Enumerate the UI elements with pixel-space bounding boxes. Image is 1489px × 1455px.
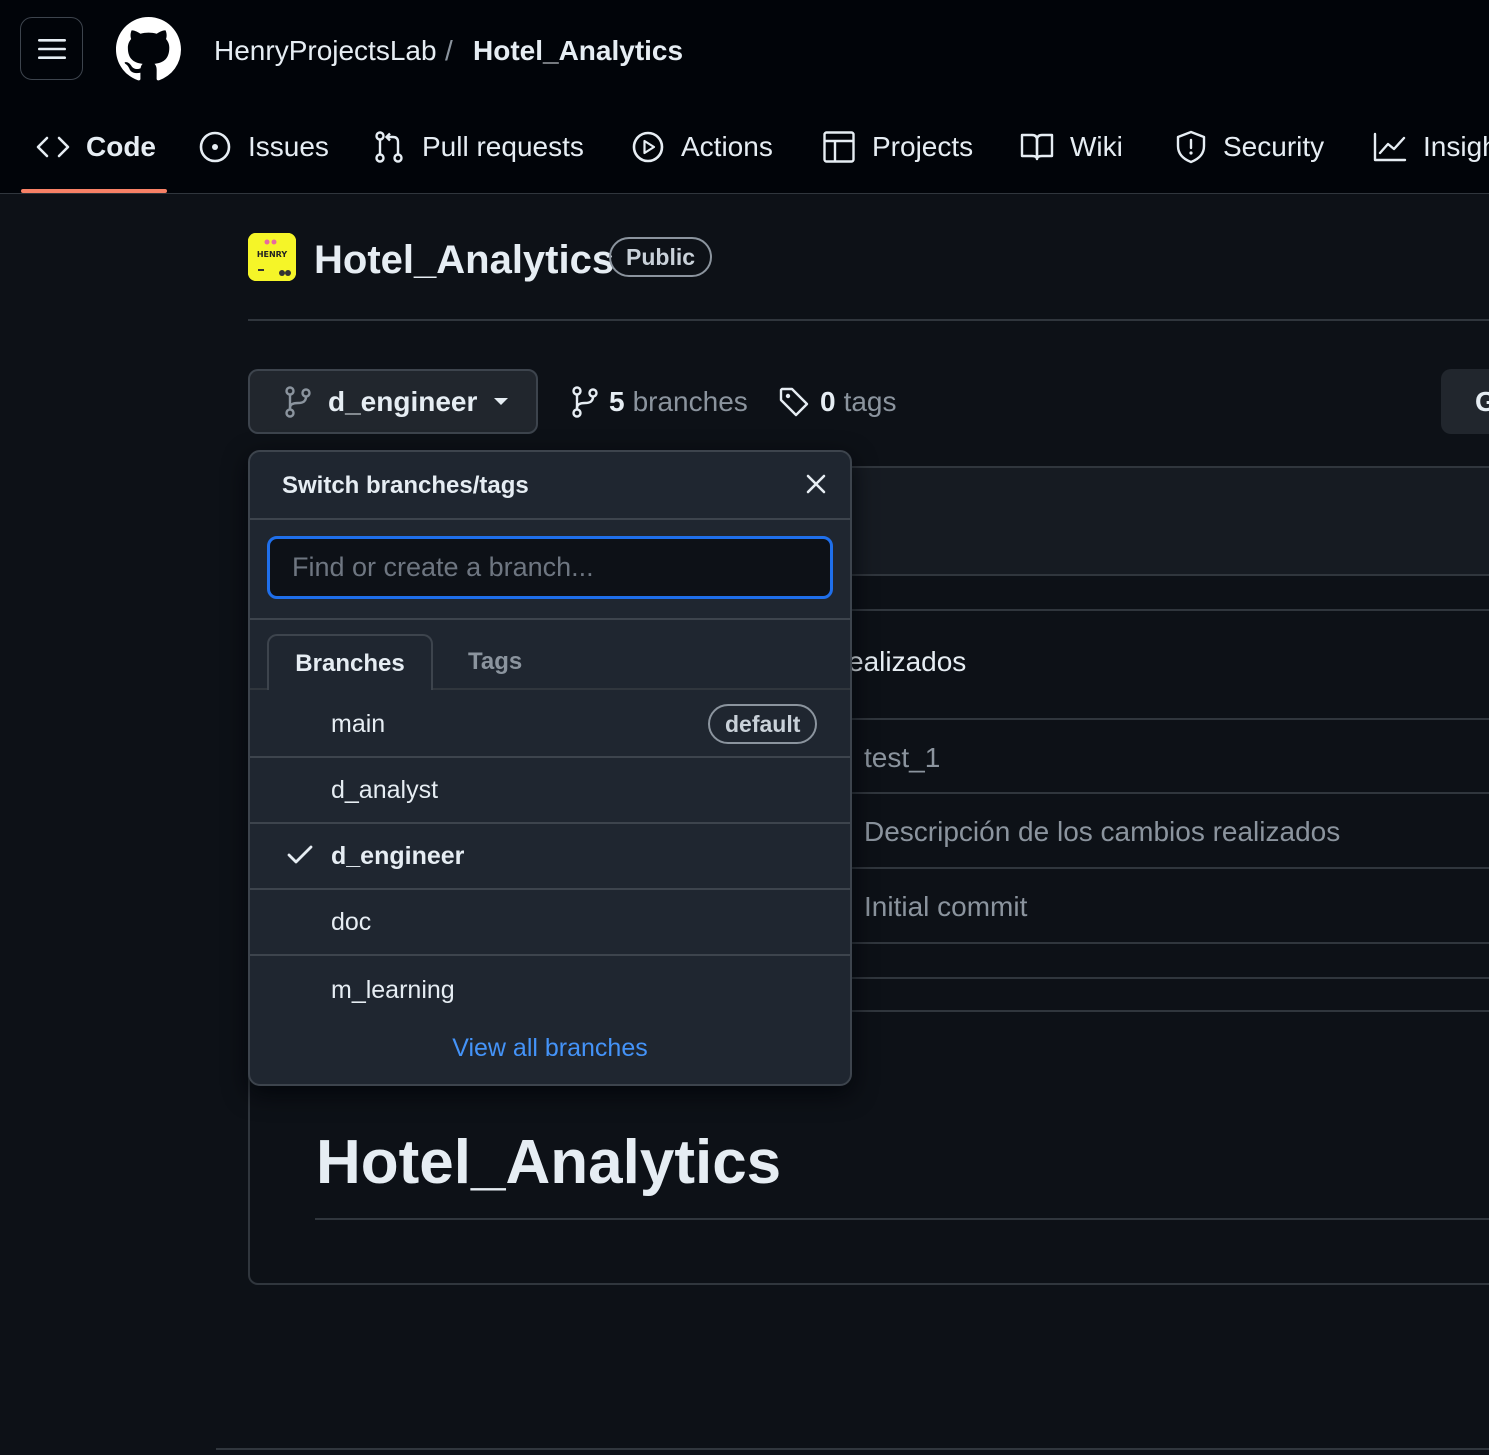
tab-wiki-label: Wiki xyxy=(1070,131,1123,162)
tab-pull-requests[interactable]: Pull requests xyxy=(372,122,584,172)
shield-icon xyxy=(1175,130,1207,164)
git-branch-icon xyxy=(571,386,599,418)
code-icon xyxy=(36,135,70,159)
row-divider xyxy=(850,942,1489,944)
github-logo-icon[interactable] xyxy=(116,17,181,82)
branch-name: d_engineer xyxy=(331,842,465,870)
close-icon[interactable] xyxy=(806,474,826,494)
current-branch-name: d_engineer xyxy=(328,385,478,417)
tab-projects-label: Projects xyxy=(872,131,974,162)
row-divider xyxy=(850,867,1489,869)
tags-count: 0 xyxy=(820,386,836,417)
tab-code[interactable]: Code xyxy=(36,122,156,172)
file-row-commit[interactable]: Descripción de los cambios realizados xyxy=(864,816,1340,848)
branch-switcher-dropdown: Switch branches/tags Branches Tags main … xyxy=(248,450,852,1086)
tab-security-label: Security xyxy=(1223,131,1325,162)
branch-item-d-engineer[interactable]: d_engineer xyxy=(250,824,850,890)
tag-icon xyxy=(778,386,810,418)
git-pull-request-icon xyxy=(372,130,406,164)
dropdown-tabs: Branches Tags xyxy=(250,620,850,690)
avatar-logo-text: HENRY xyxy=(257,250,288,259)
graph-icon xyxy=(1373,132,1407,162)
table-icon xyxy=(822,130,856,164)
triangle-down-icon xyxy=(493,397,509,407)
check-icon xyxy=(287,844,313,866)
dropdown-title: Switch branches/tags xyxy=(282,472,529,499)
menu-button[interactable] xyxy=(20,17,83,80)
repo-owner-avatar[interactable]: HENRY xyxy=(248,233,296,281)
breadcrumb-separator: / xyxy=(445,35,453,66)
book-icon xyxy=(1020,132,1054,162)
branches-label: branches xyxy=(632,386,748,417)
file-row-commit[interactable]: test_1 xyxy=(864,742,940,774)
tab-code-label: Code xyxy=(86,131,156,162)
row-divider xyxy=(850,718,1489,720)
branch-name: m_learning xyxy=(331,976,455,1004)
tags-label: tags xyxy=(843,386,897,417)
active-tab-indicator xyxy=(21,189,167,193)
branch-name: d_analyst xyxy=(331,776,439,804)
divider xyxy=(248,319,1489,321)
global-header: HenryProjectsLab / Hotel_Analytics Code … xyxy=(0,0,1489,194)
git-branch-icon xyxy=(284,385,312,418)
readme-divider xyxy=(315,1218,1489,1220)
issue-opened-icon xyxy=(198,130,232,164)
tab-wiki[interactable]: Wiki xyxy=(1020,122,1123,172)
tab-insights[interactable]: Insigh xyxy=(1373,122,1489,172)
tab-pull-requests-label: Pull requests xyxy=(422,131,584,162)
tab-tags[interactable]: Tags xyxy=(468,634,522,690)
row-divider xyxy=(850,792,1489,794)
tags-link[interactable]: 0 tags xyxy=(778,380,897,424)
default-badge: default xyxy=(708,704,818,744)
file-row-commit[interactable]: Initial commit xyxy=(864,891,1027,923)
tab-actions[interactable]: Actions xyxy=(631,122,773,172)
branch-item-m-learning[interactable]: m_learning xyxy=(250,958,850,1024)
breadcrumb-repo-link[interactable]: Hotel_Analytics xyxy=(473,33,683,69)
branch-item-main[interactable]: main default xyxy=(250,692,850,758)
repo-title[interactable]: Hotel_Analytics xyxy=(314,236,614,284)
tab-issues[interactable]: Issues xyxy=(198,122,329,172)
tab-actions-label: Actions xyxy=(681,131,773,162)
view-all-branches-link[interactable]: View all branches xyxy=(250,1034,850,1063)
branch-select-button[interactable]: d_engineer xyxy=(248,369,538,434)
branches-link[interactable]: 5 branches xyxy=(571,380,748,424)
branches-count: 5 xyxy=(609,386,625,417)
tab-security[interactable]: Security xyxy=(1175,122,1324,172)
play-icon xyxy=(631,130,665,164)
tab-issues-label: Issues xyxy=(248,131,329,162)
breadcrumb-owner-link[interactable]: HenryProjectsLab xyxy=(214,33,437,69)
branch-item-doc[interactable]: doc xyxy=(250,890,850,956)
footer-divider xyxy=(216,1448,1489,1450)
branch-name: doc xyxy=(331,908,372,936)
hamburger-icon xyxy=(37,38,66,59)
visibility-badge: Public xyxy=(609,237,713,277)
readme-heading: Hotel_Analytics xyxy=(316,1128,782,1197)
search-section xyxy=(250,518,850,620)
tab-projects[interactable]: Projects xyxy=(822,122,973,172)
branch-search-input[interactable] xyxy=(267,536,833,599)
go-to-file-button[interactable]: G xyxy=(1441,369,1489,434)
branch-item-d-analyst[interactable]: d_analyst xyxy=(250,758,850,824)
tab-insights-label: Insigh xyxy=(1423,131,1489,162)
commit-message: ealizados xyxy=(848,646,967,677)
dropdown-header: Switch branches/tags xyxy=(250,452,850,520)
branch-name: main xyxy=(331,710,386,738)
tab-branches[interactable]: Branches xyxy=(267,634,433,690)
